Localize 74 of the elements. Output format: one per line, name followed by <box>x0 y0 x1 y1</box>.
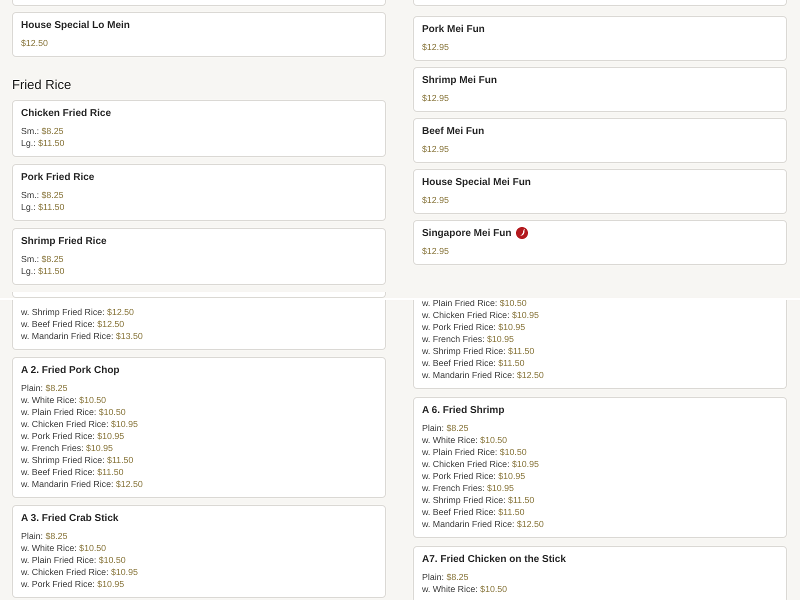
menu-item-card[interactable]: Shrimp Mei Fun $12.95 <box>413 67 787 112</box>
item-name: Chicken Fried Rice <box>21 108 112 118</box>
price: $12.95 <box>422 41 449 53</box>
price-line: Plain: $8.25 <box>422 571 468 583</box>
menu-item-card[interactable] <box>12 357 386 498</box>
price-line: w. French Fries: $10.95 <box>422 333 514 345</box>
menu-item-card[interactable]: A7. Fried Chicken on the Stick Plain: $8.25 w. White Rice: $10.50 <box>413 546 787 600</box>
menu-item-card[interactable]: Shrimp Fried Rice Sm.: $8.25 Lg.: $11.50 <box>12 228 386 285</box>
menu-item-card[interactable]: A 3. Fried Crab Stick Plain: $8.25 w. White Rice: $10.50 w. Plain Fried Rice: $10.50 w. Chicken Fried Rice: $10.95 w. Pork Fried Rice: $10.95 <box>12 505 386 598</box>
price-line: w. French Fries: $10.95 <box>21 442 113 454</box>
price-line: w. Chicken Fried Rice: $10.95 <box>422 309 539 321</box>
price-line: Plain: $8.25 <box>422 422 468 434</box>
menu-item-card[interactable]: Chicken Fried Rice Sm.: $8.25 Lg.: $11.50 <box>12 100 386 157</box>
price: $12.95 <box>422 143 449 155</box>
menu-item-card[interactable]: Pork Fried Rice Sm.: $8.25 Lg.: $11.50 <box>12 164 386 221</box>
price-line: w. Beef Fried Rice: $11.50 <box>422 357 525 369</box>
price-line: w. Mandarin Fried Rice: $12.50 <box>422 518 544 530</box>
price-line: w. Chicken Fried Rice: $10.95 <box>21 566 138 578</box>
price-line: Lg.: $11.50 <box>21 265 64 277</box>
price-line: Sm.: $8.25 <box>21 189 64 201</box>
price: $12.50 <box>21 37 48 49</box>
item-name: A 6. Fried Shrimp <box>422 404 504 416</box>
price-line: w. Plain Fried Rice: $10.50 <box>21 554 126 566</box>
menu-item-card[interactable]: House Special Mei Fun $12.95 <box>413 169 787 214</box>
price-line: w. Pork Fried Rice: $10.95 <box>21 430 124 442</box>
item-name: House Special Mei Fun <box>422 176 531 188</box>
price-line: w. Chicken Fried Rice: $10.95 <box>21 418 138 430</box>
item-name: Shrimp Mei Fun <box>422 74 497 86</box>
price-line: w. Shrimp Fried Rice: $11.50 <box>422 494 534 506</box>
price-line: w. Mandarin Fried Rice: $12.50 <box>21 478 143 490</box>
price-line: w. Beef Fried Rice: $11.50 <box>422 506 525 518</box>
price: $12.95 <box>422 245 449 257</box>
price-line: w. Chicken Fried Rice: $10.95 <box>422 458 539 470</box>
menu-item-card[interactable]: House Special Lo Mein $12.50 <box>12 12 386 57</box>
price-line: w. White Rice: $10.50 <box>422 583 508 595</box>
price-line: w. White Rice: $10.50 <box>21 542 106 554</box>
price: $12.95 <box>422 194 449 206</box>
price-line: w. White Rice: $10.50 <box>422 434 508 446</box>
price-line: w. Pork Fried Rice: $10.95 <box>422 321 526 333</box>
price-line: w. Mandarin Fried Rice: $12.50 <box>422 369 544 381</box>
price-line: w. Plain Fried Rice: $10.50 <box>422 446 527 458</box>
item-name: A7. Fried Chicken on the Stick <box>422 554 566 564</box>
price-line: w. White Rice: $10.50 <box>21 394 106 406</box>
price-line: w. Plain Fried Rice: $10.50 <box>21 406 126 418</box>
price: $12.95 <box>422 92 449 104</box>
menu-item-card[interactable] <box>413 397 787 538</box>
price-line: w. Shrimp Fried Rice: $11.50 <box>422 345 534 357</box>
item-name: A 2. Fried Pork Chop <box>21 364 120 376</box>
price-line: w. Shrimp Fried Rice: $11.50 <box>21 454 134 466</box>
item-name: A 3. Fried Crab Stick <box>21 512 118 524</box>
price-line: Lg.: $11.50 <box>21 137 64 149</box>
price-line: w. Beef Fried Rice: $11.50 <box>21 466 124 478</box>
price-line: w. Beef Fried Rice: $12.50 <box>21 318 124 330</box>
item-name: Shrimp Fried Rice <box>21 236 107 246</box>
price-line: w. Mandarin Fried Rice: $13.50 <box>21 330 143 342</box>
section-heading: Fried Rice <box>12 77 72 93</box>
item-name: Beef Mei Fun <box>422 126 484 136</box>
item-name: Pork Mei Fun <box>422 24 485 34</box>
price-line: Plain: $8.25 <box>21 530 68 542</box>
menu-item-card[interactable]: Singapore Mei Fun $12.95 <box>413 220 787 265</box>
menu-item-card[interactable]: Beef Mei Fun $12.95 <box>413 118 787 163</box>
price-line: w. Shrimp Fried Rice: $12.50 <box>21 306 134 318</box>
price-line: w. French Fries: $10.95 <box>422 482 514 494</box>
price-line: Lg.: $11.50 <box>21 201 64 213</box>
item-name: House Special Lo Mein <box>21 20 130 30</box>
menu-item-card[interactable]: Pork Mei Fun $12.95 <box>413 16 787 61</box>
price-line: Sm.: $8.25 <box>21 253 64 265</box>
price-line: w. Pork Fried Rice: $10.95 <box>21 578 124 590</box>
price-line: Sm.: $8.25 <box>21 125 64 137</box>
item-name: Singapore Mei Fun <box>422 228 512 238</box>
price-line: Plain: $8.25 <box>21 382 68 394</box>
item-name: Pork Fried Rice <box>21 172 94 182</box>
price-line: w. Pork Fried Rice: $10.95 <box>422 470 526 482</box>
menu-item-card[interactable]: w. Shrimp Fried Rice: $12.50 w. Beef Fried Rice: $12.50 w. Mandarin Fried Rice: $13.50 <box>12 300 386 350</box>
